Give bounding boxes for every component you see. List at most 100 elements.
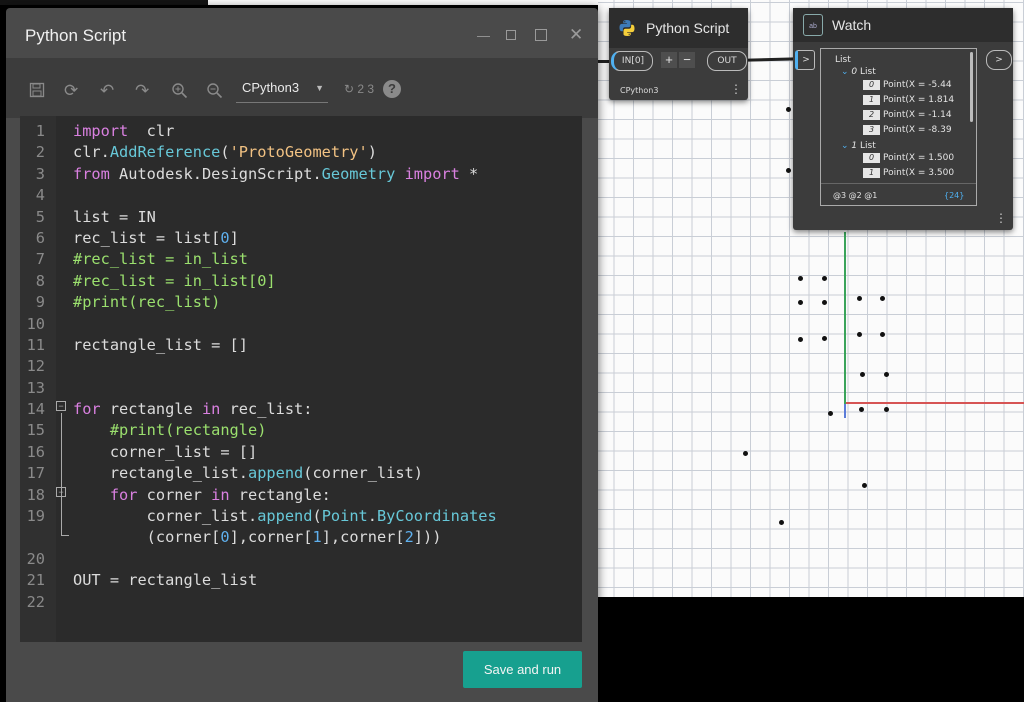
watch-output-port[interactable]: > xyxy=(986,50,1012,70)
z-axis xyxy=(844,404,846,418)
input-port-in0[interactable]: IN[0] xyxy=(611,51,653,71)
watch-levels[interactable]: @3 @2 @1 xyxy=(833,191,877,200)
save-and-run-button[interactable]: Save and run xyxy=(463,651,582,688)
watch-sublist-0[interactable]: ⌄ 0 List xyxy=(841,67,876,77)
watch-input-port[interactable]: > xyxy=(795,50,815,70)
watch-sublist-index: 1 xyxy=(851,141,858,151)
engine-select-value: CPython3 xyxy=(242,80,300,95)
code-text: corner_list = [] xyxy=(73,442,258,461)
restore-icon[interactable] xyxy=(506,30,516,40)
line-number: 17 xyxy=(26,464,45,483)
code-editor[interactable]: 1 import clr 2 clr.AddReference('ProtoGeome… xyxy=(20,116,582,642)
watch-item: 1 Point(X = 3.500 xyxy=(863,168,954,178)
watch-item: 0 Point(X = 1.500 xyxy=(863,153,954,163)
code-line[interactable]: 22 xyxy=(20,592,582,613)
preview-point xyxy=(786,107,791,112)
help-icon[interactable]: ? xyxy=(383,80,401,98)
zoom-in-icon[interactable] xyxy=(171,82,188,103)
line-number: 12 xyxy=(26,357,45,376)
code-line[interactable]: 14 for rectangle in rec_list: xyxy=(20,399,582,420)
line-number: 13 xyxy=(26,378,45,397)
run-icon[interactable]: ⟳ xyxy=(64,82,78,100)
code-line[interactable]: 13 xyxy=(20,378,582,399)
preview-point xyxy=(798,276,803,281)
fold-marker-for[interactable]: − xyxy=(56,401,66,411)
preview-point xyxy=(822,300,827,305)
python-node-header[interactable]: Python Script xyxy=(609,8,748,48)
add-input-button[interactable]: + xyxy=(661,52,677,68)
watch-item: 3 Point(X = -8.39 xyxy=(863,125,952,135)
watch-footer-divider xyxy=(821,183,976,184)
preview-point xyxy=(828,411,833,416)
python-node-menu[interactable]: ⋮ xyxy=(730,82,742,96)
watch-output-panel[interactable]: List ⌄ 0 List 0 Point(X = -5.44 1 Point(X … xyxy=(820,48,977,206)
code-area[interactable]: 1 import clr 2 clr.AddReference('ProtoGeome… xyxy=(20,121,582,613)
preview-point xyxy=(857,332,862,337)
code-line[interactable]: 17 rectangle_list.append(corner_list) xyxy=(20,463,582,484)
watch-sublist-label: List xyxy=(860,141,876,151)
minimize-icon[interactable]: — xyxy=(477,28,490,43)
code-line[interactable]: 18 for corner in rectangle: xyxy=(20,485,582,506)
code-line[interactable]: 12 xyxy=(20,356,582,377)
code-line[interactable]: 3 from Autodesk.DesignScript.Geometry imp… xyxy=(20,164,582,185)
engine-select[interactable]: CPython3 ▼ xyxy=(236,74,328,103)
watch-node-menu[interactable]: ⋮ xyxy=(995,211,1007,225)
dialog-title: Python Script xyxy=(25,26,127,45)
python-script-node[interactable]: Python Script IN[0] + − OUT CPython3 ⋮ xyxy=(609,8,748,100)
background-strip xyxy=(0,0,208,5)
code-text: OUT = rectangle_list xyxy=(73,571,258,590)
watch-sublist-1[interactable]: ⌄ 1 List xyxy=(841,141,876,151)
code-line[interactable]: 20 xyxy=(20,549,582,570)
fold-guide xyxy=(61,413,62,535)
code-line[interactable]: 11 rectangle_list = [] xyxy=(20,335,582,356)
preview-point xyxy=(880,332,885,337)
code-line[interactable]: 7 #rec_list = in_list xyxy=(20,249,582,270)
watch-scrollbar[interactable] xyxy=(970,52,973,122)
code-line[interactable]: 15 #print(rectangle) xyxy=(20,420,582,441)
undo-icon[interactable]: ↶ xyxy=(100,82,114,100)
editor-toolbar: ⟳ ↶ ↷ CPython3 ▼ ↻ 2 3 ? xyxy=(6,58,598,118)
preview-point xyxy=(743,451,748,456)
preview-point xyxy=(822,336,827,341)
code-line[interactable]: 8 #rec_list = in_list[0] xyxy=(20,271,582,292)
code-text: corner_list.append(Point.ByCoordinates xyxy=(73,507,497,526)
code-line[interactable]: 1 import clr xyxy=(20,121,582,142)
preview-point xyxy=(862,483,867,488)
watch-node[interactable]: ab Watch > > List ⌄ 0 List 0 Point(X = -5… xyxy=(793,8,1013,230)
code-line[interactable]: 4 xyxy=(20,185,582,206)
code-line[interactable]: 19 corner_list.append(Point.ByCoordinate… xyxy=(20,506,582,527)
code-line[interactable]: 10 xyxy=(20,314,582,335)
zoom-out-icon[interactable] xyxy=(206,82,223,103)
close-icon[interactable]: ✕ xyxy=(569,25,583,45)
code-line[interactable]: 9 #print(rec_list) xyxy=(20,292,582,313)
code-line[interactable]: 6 rec_list = list[0] xyxy=(20,228,582,249)
code-line[interactable]: 5 list = IN xyxy=(20,207,582,228)
code-text: #print(rectangle) xyxy=(73,421,267,440)
code-text: #rec_list = in_list[0] xyxy=(73,271,276,290)
watch-sublist-label: List xyxy=(860,67,876,77)
line-number: 8 xyxy=(35,271,45,290)
watch-node-header[interactable]: ab Watch xyxy=(793,8,1013,42)
line-number: 11 xyxy=(26,335,45,354)
output-port-out[interactable]: OUT xyxy=(707,51,747,71)
convert-icon[interactable]: ↻ 2 3 xyxy=(344,80,374,98)
redo-icon[interactable]: ↷ xyxy=(135,82,149,100)
code-text: rectangle_list = [] xyxy=(73,335,248,354)
fold-guide-end xyxy=(61,535,69,536)
code-line[interactable]: 21 OUT = rectangle_list xyxy=(20,570,582,591)
code-line[interactable]: 2 clr.AddReference('ProtoGeometry') xyxy=(20,142,582,163)
watch-item: 0 Point(X = -5.44 xyxy=(863,80,952,90)
line-number: 1 xyxy=(35,122,45,140)
preview-point xyxy=(786,168,791,173)
code-text: rec_list = list[0] xyxy=(73,228,239,247)
watch-count: {24} xyxy=(944,191,965,200)
remove-input-button[interactable]: − xyxy=(679,52,695,68)
preview-point xyxy=(798,337,803,342)
code-line[interactable]: (corner[0],corner[1],corner[2])) xyxy=(20,527,582,548)
maximize-icon[interactable] xyxy=(535,29,547,41)
code-line[interactable]: 16 corner_list = [] xyxy=(20,442,582,463)
preview-point xyxy=(880,296,885,301)
code-text: rectangle_list.append(corner_list) xyxy=(73,464,423,483)
preview-point xyxy=(822,276,827,281)
save-icon[interactable] xyxy=(29,82,45,102)
